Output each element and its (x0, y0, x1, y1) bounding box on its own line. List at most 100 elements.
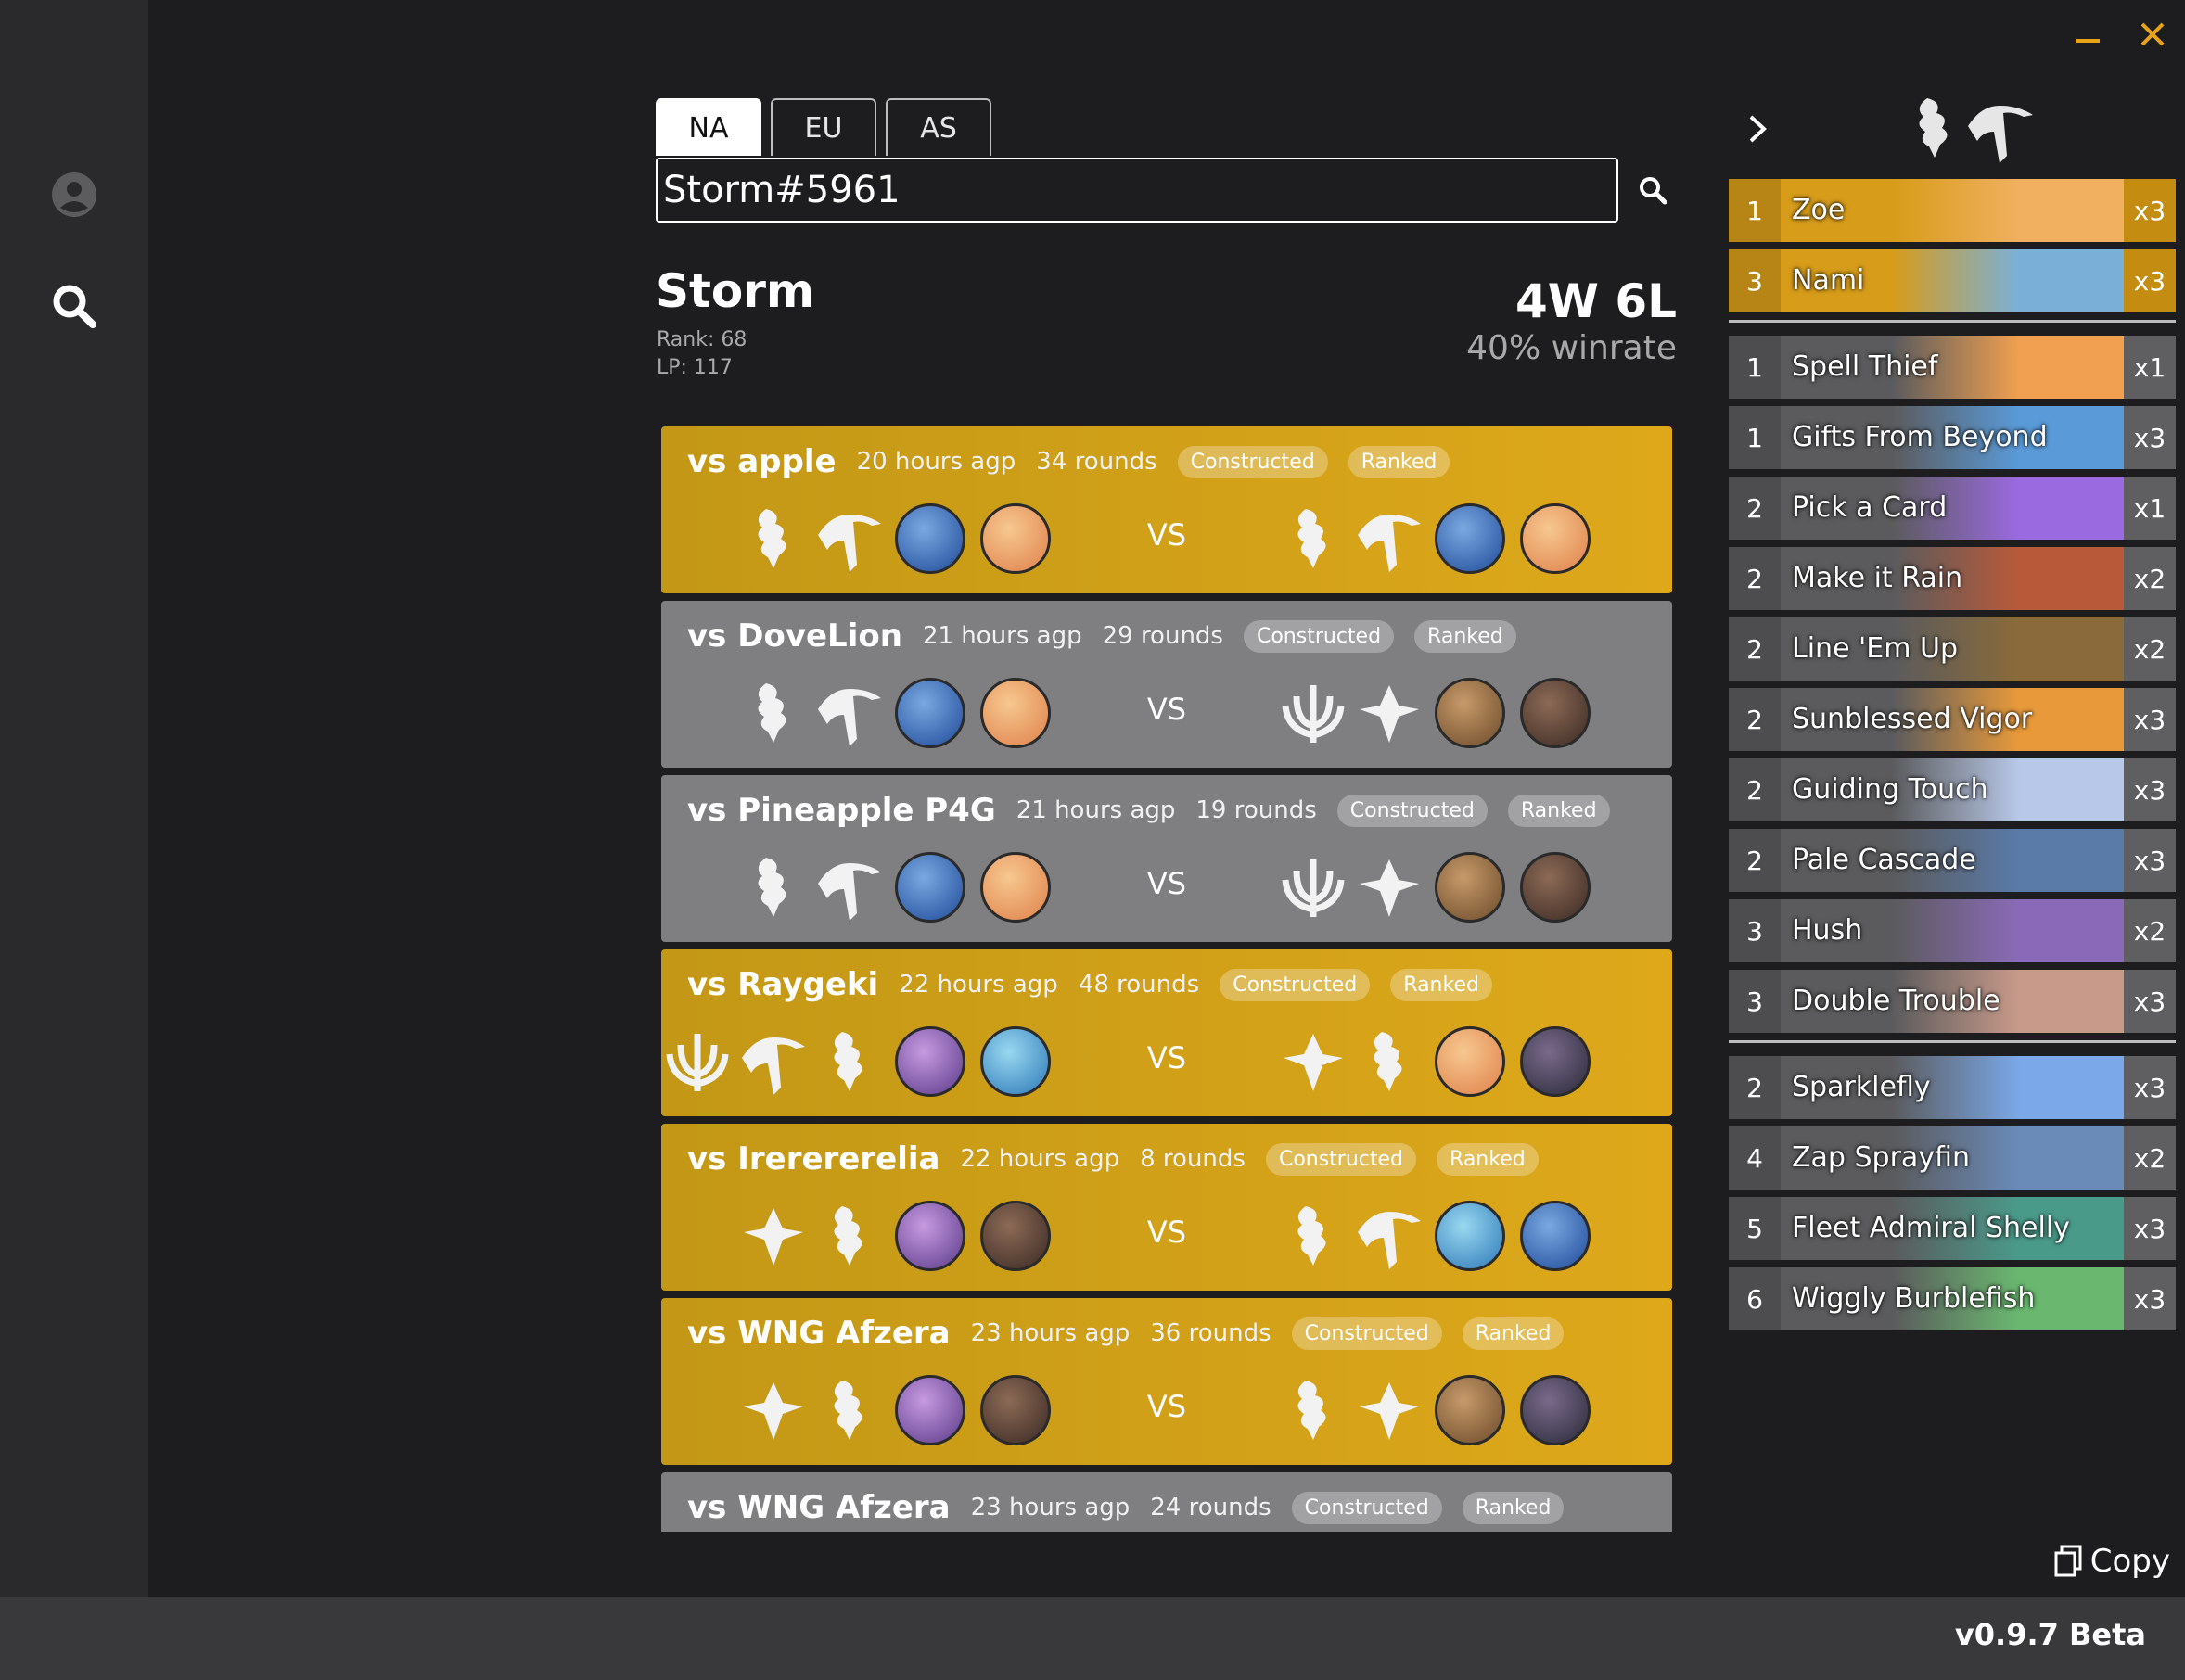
deck-card[interactable]: 1 Zoe x3 (1729, 179, 2176, 242)
deck-card[interactable]: 3 Nami x3 (1729, 249, 2176, 312)
champion-portrait (1435, 678, 1505, 748)
deck-card[interactable]: 5 Fleet Admiral Shelly x3 (1729, 1197, 2176, 1260)
match-card[interactable]: vs Irerererelia 22 hours agp 8 rounds Const… (661, 1124, 1672, 1291)
vs-label: VS (1146, 1215, 1187, 1250)
right-deck (1278, 675, 1595, 751)
copy-deck-button[interactable]: Copy (2053, 1543, 2170, 1580)
left-deck (738, 1372, 1055, 1448)
left-deck (738, 501, 1055, 577)
champion-portrait (980, 852, 1051, 923)
match-rounds: 19 rounds (1195, 796, 1317, 824)
tab-as[interactable]: AS (886, 98, 991, 156)
champion-portrait (980, 1026, 1051, 1097)
demacia-region-icon (1354, 678, 1425, 748)
version-label: v0.9.7 Beta (1954, 1617, 2146, 1652)
player-search-input[interactable] (656, 158, 1618, 223)
card-art (1892, 249, 2124, 312)
type-badge: Ranked (1437, 1142, 1539, 1176)
card-name: Fleet Admiral Shelly (1792, 1212, 2070, 1244)
deck-card[interactable]: 3 Hush x2 (1729, 899, 2176, 962)
demacia-region-icon (1278, 1026, 1348, 1097)
minus-icon[interactable] (2074, 20, 2102, 48)
match-time: 21 hours agp (1016, 796, 1176, 824)
match-card[interactable]: vs WNG Afzera 23 hours agp 36 rounds Constr… (661, 1298, 1672, 1465)
deck-card[interactable]: 3 Double Trouble x3 (1729, 970, 2176, 1033)
match-card[interactable]: vs WNG Afzera 23 hours agp 24 rounds Constr… (661, 1472, 1672, 1532)
match-rounds: 34 rounds (1036, 448, 1157, 476)
search-button[interactable] (1637, 174, 1668, 210)
deck-card[interactable]: 2 Pale Cascade x3 (1729, 829, 2176, 892)
champion-portrait (1435, 503, 1505, 574)
card-cost: 1 (1729, 406, 1781, 469)
card-count: x3 (2124, 1197, 2176, 1260)
search-nav-button[interactable] (46, 278, 102, 334)
card-count: x2 (2124, 899, 2176, 962)
targon-region-icon (1354, 503, 1425, 574)
targon-region-icon (814, 678, 885, 748)
deck-card[interactable]: 2 Guiding Touch x3 (1729, 758, 2176, 821)
deck-card[interactable]: 2 Make it Rain x2 (1729, 547, 2176, 610)
deck-card[interactable]: 4 Zap Sprayfin x2 (1729, 1126, 2176, 1190)
deck-card[interactable]: 1 Spell Thief x1 (1729, 336, 2176, 399)
champion-portrait (895, 1201, 965, 1271)
profile-button[interactable] (46, 167, 102, 223)
left-deck (738, 1198, 1055, 1274)
deck-card[interactable]: 2 Sunblessed Vigor x3 (1729, 688, 2176, 751)
deck-card[interactable]: 6 Wiggly Burblefish x3 (1729, 1267, 2176, 1330)
shurima-region-icon (1919, 98, 1948, 158)
deck-card[interactable]: 1 Gifts From Beyond x3 (1729, 406, 2176, 469)
match-decks: VS (661, 675, 1672, 751)
card-cost: 2 (1729, 1056, 1781, 1119)
deck-card[interactable]: 2 Pick a Card x1 (1729, 477, 2176, 540)
card-name: Pale Cascade (1792, 844, 1976, 876)
type-badge: Ranked (1390, 968, 1492, 1001)
shurima-region-icon (738, 503, 809, 574)
card-name: Guiding Touch (1792, 773, 1988, 806)
card-count: x3 (2124, 406, 2176, 469)
left-deck (738, 849, 1055, 925)
demacia-region-icon (738, 1375, 809, 1445)
opponent-name: vs DoveLion (687, 617, 902, 655)
deck-card[interactable]: 2 Sparklefly x3 (1729, 1056, 2176, 1119)
match-time: 23 hours agp (970, 1319, 1131, 1347)
user-circle-icon (52, 172, 96, 217)
champion-portrait (980, 678, 1051, 748)
match-card[interactable]: vs Pineapple P4G 21 hours agp 19 rounds Con… (661, 775, 1672, 942)
match-card[interactable]: vs apple 20 hours agp 34 rounds Constructed… (661, 426, 1672, 593)
close-icon[interactable] (2139, 20, 2166, 48)
card-cost: 2 (1729, 688, 1781, 751)
tab-eu[interactable]: EU (771, 98, 876, 156)
match-time: 22 hours agp (899, 971, 1058, 999)
deck-section-divider (1729, 1040, 2176, 1043)
shurima-region-icon (814, 1026, 885, 1097)
vs-label: VS (1146, 1040, 1187, 1075)
match-card[interactable]: vs DoveLion 21 hours agp 29 rounds Construc… (661, 601, 1672, 768)
card-cost: 2 (1729, 477, 1781, 540)
shurima-region-icon (1278, 1201, 1348, 1271)
card-name: Wiggly Burblefish (1792, 1282, 2036, 1315)
chevron-right-icon[interactable] (1744, 113, 1771, 145)
deck-card[interactable]: 2 Line 'Em Up x2 (1729, 617, 2176, 681)
deck-list: 1 Zoe x3 3 Nami x3 1 Spell Thief x1 1 Gifts From B… (1729, 179, 2176, 1338)
match-card[interactable]: vs Raygeki 22 hours agp 48 rounds Construct… (661, 949, 1672, 1116)
champion-portrait (1520, 852, 1591, 923)
card-cost: 2 (1729, 617, 1781, 681)
card-name: Line 'Em Up (1792, 632, 1959, 665)
match-rounds: 48 rounds (1078, 971, 1200, 999)
match-header: vs Irerererelia 22 hours agp 8 rounds Const… (687, 1140, 1539, 1177)
match-history-list[interactable]: vs apple 20 hours agp 34 rounds Constructed… (661, 426, 1672, 1532)
card-name: Gifts From Beyond (1792, 421, 2048, 453)
shurima-region-icon (1278, 503, 1348, 574)
card-cost: 1 (1729, 179, 1781, 242)
card-count: x2 (2124, 547, 2176, 610)
card-name: Hush (1792, 914, 1863, 947)
card-name: Sunblessed Vigor (1792, 703, 2033, 735)
tab-na[interactable]: NA (656, 98, 761, 156)
right-deck (1278, 849, 1595, 925)
targon-region-icon (814, 503, 885, 574)
deck-header (1725, 93, 2185, 167)
match-header: vs Pineapple P4G 21 hours agp 19 rounds Con… (687, 792, 1610, 829)
match-header: vs WNG Afzera 23 hours agp 24 rounds Constr… (687, 1489, 1565, 1526)
targon-region-icon (738, 1026, 809, 1097)
opponent-name: vs Irerererelia (687, 1140, 940, 1177)
